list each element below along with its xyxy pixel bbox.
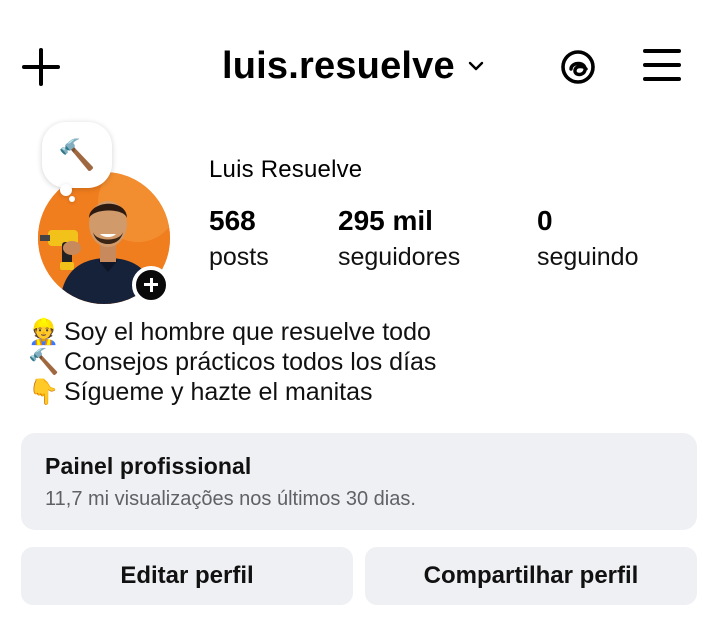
account-switcher[interactable]: luis.resuelve xyxy=(222,40,485,92)
threads-icon[interactable] xyxy=(556,45,600,89)
bio-line: 👷 Soy el hombre que resuelve todo xyxy=(28,317,436,347)
username: luis.resuelve xyxy=(222,44,455,87)
stat-posts[interactable]: 568 posts xyxy=(209,203,269,275)
stat-followers-label: seguidores xyxy=(338,243,461,271)
stat-following-label: seguindo xyxy=(537,243,639,271)
edit-profile-button[interactable]: Editar perfil xyxy=(21,547,353,605)
chevron-down-icon xyxy=(468,61,484,71)
professional-dashboard-card[interactable]: Painel profissional 11,7 mi visualizaçõe… xyxy=(21,433,697,530)
construction-worker-icon: 👷 xyxy=(28,317,60,346)
add-story-button[interactable] xyxy=(132,266,170,304)
note-bubble-tail xyxy=(60,184,72,196)
dashboard-title: Painel profissional xyxy=(45,453,252,479)
menu-icon[interactable] xyxy=(643,47,683,83)
hammer-icon: 🔨 xyxy=(28,347,60,376)
note-bubble-tail-small xyxy=(69,196,75,202)
display-name: Luis Resuelve xyxy=(209,156,363,183)
dashboard-subtitle: 11,7 mi visualizações nos últimos 30 dia… xyxy=(45,488,416,510)
stat-following[interactable]: 0 seguindo xyxy=(537,203,638,275)
note-bubble[interactable]: 🔨 xyxy=(42,122,112,188)
share-profile-button[interactable]: Compartilhar perfil xyxy=(365,547,697,605)
stat-posts-value: 568 xyxy=(209,205,256,236)
create-plus-icon[interactable] xyxy=(22,48,60,86)
bio-text: Soy el hombre que resuelve todo xyxy=(64,317,431,346)
stat-followers[interactable]: 295 mil seguidores xyxy=(338,203,460,275)
bio: 👷 Soy el hombre que resuelve todo 🔨 Cons… xyxy=(28,317,436,407)
hammer-icon: 🔨 xyxy=(58,138,96,172)
profile-avatar-container[interactable] xyxy=(38,172,170,304)
bio-text: Consejos prácticos todos los días xyxy=(64,347,437,376)
bio-line: 👇 Sígueme y hazte el manitas xyxy=(28,377,436,407)
bio-line: 🔨 Consejos prácticos todos los días xyxy=(28,347,436,377)
pointing-down-icon: 👇 xyxy=(28,377,60,406)
stat-followers-value: 295 mil xyxy=(338,205,433,236)
stat-posts-label: posts xyxy=(209,243,269,271)
bio-text: Sígueme y hazte el manitas xyxy=(64,377,373,406)
top-bar: luis.resuelve xyxy=(0,0,718,130)
stat-following-value: 0 xyxy=(537,205,553,236)
